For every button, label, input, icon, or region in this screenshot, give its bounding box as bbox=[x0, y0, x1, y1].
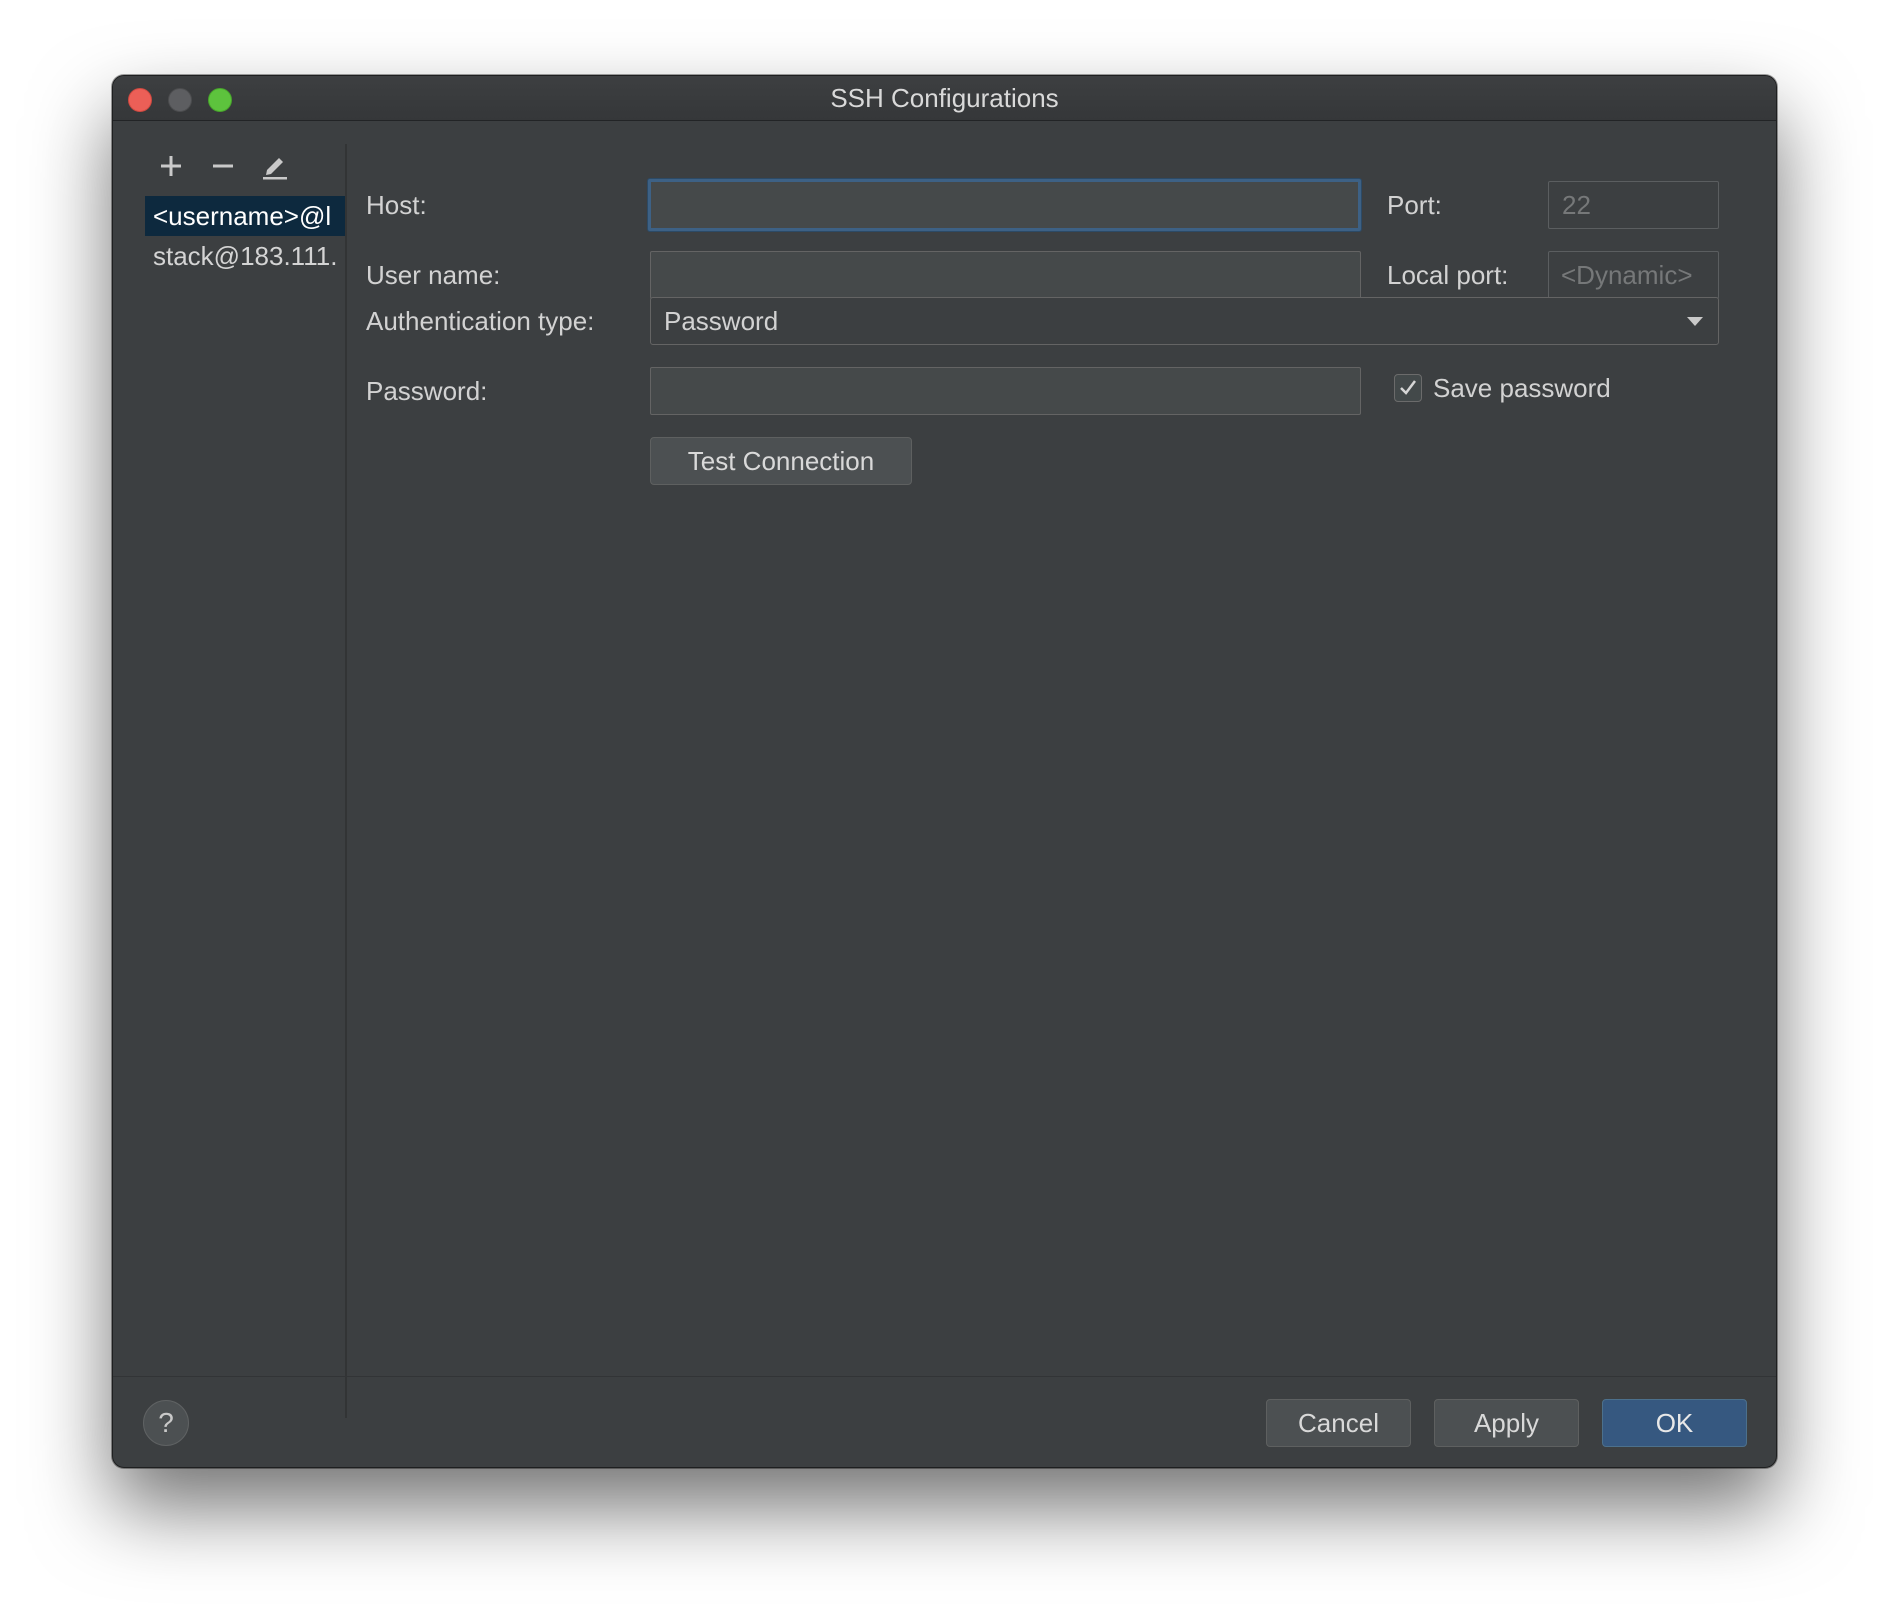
configuration-list: <username>@l stack@183.111. bbox=[145, 196, 345, 276]
local-port-input[interactable] bbox=[1548, 251, 1719, 299]
remove-configuration-button[interactable] bbox=[203, 146, 243, 186]
configuration-item[interactable]: stack@183.111. bbox=[145, 236, 345, 276]
apply-button[interactable]: Apply bbox=[1434, 1399, 1579, 1447]
host-label: Host: bbox=[366, 190, 427, 220]
window-title: SSH Configurations bbox=[830, 83, 1059, 113]
minus-icon bbox=[213, 164, 233, 168]
ssh-configurations-dialog: SSH Configurations <username>@l stack@18… bbox=[112, 75, 1777, 1468]
configuration-item[interactable]: <username>@l bbox=[145, 196, 345, 236]
password-input[interactable] bbox=[650, 367, 1361, 415]
pencil-icon bbox=[263, 158, 287, 180]
host-input[interactable] bbox=[648, 179, 1361, 231]
cancel-button[interactable]: Cancel bbox=[1266, 1399, 1411, 1447]
auth-type-value: Password bbox=[664, 306, 779, 336]
plus-icon bbox=[161, 156, 181, 176]
chevron-down-icon bbox=[1687, 317, 1703, 326]
title-bar: SSH Configurations bbox=[113, 76, 1776, 121]
ok-button[interactable]: OK bbox=[1602, 1399, 1747, 1447]
password-label: Password: bbox=[366, 376, 488, 406]
auth-type-dropdown[interactable]: Password bbox=[650, 297, 1719, 345]
footer-divider bbox=[113, 1376, 1776, 1377]
save-password-checkbox[interactable] bbox=[1394, 374, 1422, 402]
edit-configuration-button[interactable] bbox=[255, 146, 295, 186]
port-input[interactable] bbox=[1548, 181, 1719, 229]
username-input[interactable] bbox=[650, 251, 1361, 299]
checkmark-icon bbox=[1400, 380, 1416, 395]
add-configuration-button[interactable] bbox=[151, 146, 191, 186]
local-port-label: Local port: bbox=[1387, 260, 1509, 290]
username-label: User name: bbox=[366, 260, 501, 290]
auth-type-label: Authentication type: bbox=[366, 306, 595, 336]
splitter[interactable] bbox=[345, 144, 347, 1418]
test-connection-button[interactable]: Test Connection bbox=[650, 437, 912, 485]
save-password-label[interactable]: Save password bbox=[1433, 364, 1611, 412]
help-button[interactable]: ? bbox=[143, 1400, 189, 1446]
port-label: Port: bbox=[1387, 190, 1442, 220]
